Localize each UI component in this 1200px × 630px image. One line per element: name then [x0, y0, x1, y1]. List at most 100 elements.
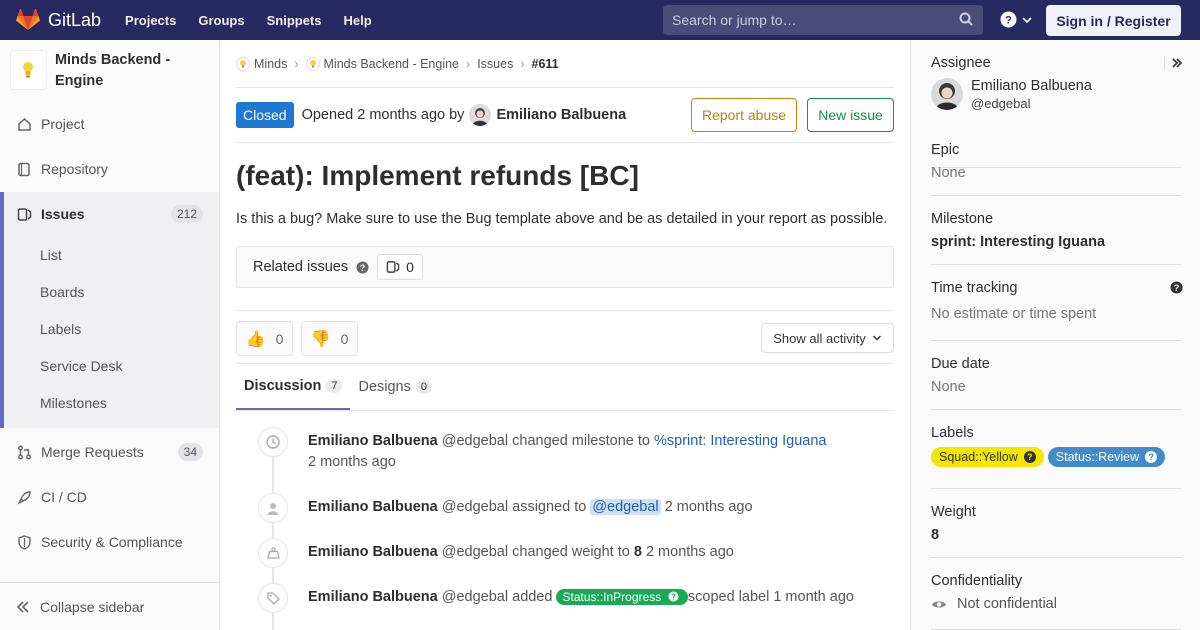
- thumbs-up-icon: 👍: [245, 330, 266, 348]
- timeline-handle[interactable]: @edgebal: [442, 433, 508, 449]
- collapse-sidebar-label: Collapse sidebar: [40, 598, 145, 615]
- weight-title: Weight: [931, 504, 976, 520]
- minds-avatar-icon: [236, 56, 250, 71]
- issues-count-badge: 212: [170, 205, 203, 223]
- timeline-user[interactable]: Emiliano Balbuena: [308, 544, 438, 560]
- question-icon: ?: [1023, 451, 1036, 463]
- author-name[interactable]: Emiliano Balbuena: [496, 107, 626, 123]
- sidebar-subitem-milestones[interactable]: Milestones: [0, 384, 219, 428]
- timeline-user[interactable]: Emiliano Balbuena: [308, 589, 438, 605]
- sidebar-subitem-boards[interactable]: Boards: [0, 273, 219, 310]
- related-issues-block: Related issues ? 0: [236, 246, 894, 288]
- nav-help[interactable]: Help: [344, 13, 372, 28]
- sidebar-item-issues[interactable]: Issues 212: [0, 192, 219, 236]
- timeline-time: 2 months ago: [664, 499, 753, 515]
- timeline-handle[interactable]: @edgebal: [442, 499, 508, 515]
- sidebar-item-project[interactable]: Project: [0, 102, 219, 146]
- assignee-avatar: [931, 78, 963, 110]
- question-icon[interactable]: ?: [1170, 281, 1183, 294]
- thumbs-down-icon: 👎: [310, 330, 331, 348]
- sidebar-item-security[interactable]: Security & Compliance: [0, 520, 219, 564]
- breadcrumb-separator: ›: [294, 56, 299, 71]
- search-icon: [959, 12, 973, 26]
- activity-filter-label: Show all activity: [773, 330, 866, 346]
- milestone-value[interactable]: sprint: Interesting Iguana: [931, 234, 1181, 250]
- milestone-link[interactable]: %sprint: Interesting Iguana: [654, 433, 827, 449]
- issues-icon: [16, 206, 32, 222]
- tanuki-icon: [16, 9, 40, 30]
- left-sidebar: Minds Backend - Engine Project Repositor…: [0, 40, 220, 630]
- tab-label: Designs: [358, 378, 411, 395]
- breadcrumb-issue-id[interactable]: #611: [532, 57, 559, 71]
- time-tracking-title: Time tracking: [931, 280, 1018, 296]
- eye-icon: [932, 601, 946, 607]
- sidebar-item-repository[interactable]: Repository: [0, 147, 219, 191]
- tag-icon: [258, 583, 288, 613]
- epic-value: None: [931, 165, 966, 181]
- rocket-icon: [16, 489, 32, 505]
- timeline-user[interactable]: Emiliano Balbuena: [308, 499, 438, 515]
- breadcrumb-project[interactable]: Minds Backend - Engine: [324, 57, 460, 71]
- assignee-user[interactable]: Emiliano Balbuena @edgebal: [931, 78, 1181, 111]
- tab-count-badge: 0: [415, 379, 432, 394]
- assignee-handle: @edgebal: [971, 96, 1031, 111]
- main-content: Minds › Minds Backend - Engine › Issues …: [236, 40, 894, 630]
- timeline-handle[interactable]: @edgebal: [442, 589, 508, 605]
- labels-list: Squad::Yellow ? Status::Review ?: [931, 447, 1181, 467]
- activity-filter-dropdown[interactable]: Show all activity: [761, 323, 894, 353]
- epic-block[interactable]: Epic None: [931, 142, 1181, 196]
- sidebar-subitem-labels[interactable]: Labels: [0, 310, 219, 347]
- label-badge-status-review[interactable]: Status::Review ?: [1047, 447, 1166, 467]
- question-icon[interactable]: ?: [356, 261, 369, 274]
- sidebar-item-merge-requests[interactable]: Merge Requests 34: [0, 430, 219, 474]
- breadcrumb-issues[interactable]: Issues: [477, 57, 513, 71]
- weight-block[interactable]: Weight 8: [931, 504, 1181, 558]
- sign-in-button[interactable]: Sign in / Register: [1046, 5, 1181, 36]
- search-placeholder: Search or jump to…: [672, 12, 797, 28]
- sidebar-item-cicd[interactable]: CI / CD: [0, 475, 219, 519]
- confidentiality-block[interactable]: Confidentiality Not confidential: [931, 573, 1181, 630]
- author-avatar[interactable]: [469, 104, 492, 126]
- issue-header: Closed Opened 2 months ago by Emiliano B…: [236, 88, 894, 143]
- tab-discussion[interactable]: Discussion 7: [236, 363, 351, 410]
- milestone-block[interactable]: Milestone sprint: Interesting Iguana: [931, 211, 1181, 265]
- label-text: Status::Review: [1055, 450, 1140, 464]
- breadcrumb-minds[interactable]: Minds: [254, 57, 287, 71]
- due-date-block[interactable]: Due date None: [931, 356, 1181, 410]
- sidebar-subitem-list[interactable]: List: [0, 236, 219, 273]
- due-date-title: Due date: [931, 356, 990, 372]
- sidebar-subitem-service-desk[interactable]: Service Desk: [0, 347, 219, 384]
- search-input[interactable]: Search or jump to…: [663, 5, 983, 35]
- label-badge-inprogress[interactable]: Status::InProgress ?: [556, 589, 688, 605]
- related-issues-label: Related issues: [253, 259, 349, 275]
- nav-projects[interactable]: Projects: [125, 13, 176, 28]
- help-dropdown[interactable]: ?: [1000, 11, 1033, 28]
- tab-designs[interactable]: Designs 0: [350, 363, 440, 410]
- timeline-handle[interactable]: @edgebal: [442, 544, 508, 560]
- user-mention-link[interactable]: @edgebal: [590, 499, 661, 515]
- label-badge-squad-yellow[interactable]: Squad::Yellow ?: [931, 447, 1044, 467]
- home-icon: [16, 116, 32, 132]
- thumbs-up-button[interactable]: 👍 0: [236, 321, 293, 356]
- breadcrumb-separator: ›: [520, 56, 525, 71]
- related-issues-count[interactable]: 0: [377, 254, 423, 280]
- nav-groups[interactable]: Groups: [198, 13, 244, 28]
- thumbs-down-button[interactable]: 👎 0: [301, 321, 358, 356]
- nav-snippets[interactable]: Snippets: [267, 13, 322, 28]
- chevron-down-icon: [872, 335, 881, 341]
- svg-text:?: ?: [1174, 283, 1180, 293]
- weight-icon: [258, 538, 288, 568]
- gitlab-logo[interactable]: GitLab: [16, 9, 101, 31]
- weight-value: 8: [931, 527, 940, 543]
- collapse-sidebar-button[interactable]: Collapse sidebar: [0, 582, 219, 630]
- timeline-action: changed weight to: [512, 544, 630, 560]
- report-abuse-button[interactable]: Report abuse: [691, 98, 797, 132]
- project-header[interactable]: Minds Backend - Engine: [0, 40, 219, 102]
- assignee-title: Assignee: [931, 55, 991, 71]
- timeline-suffix: scoped label: [687, 589, 770, 605]
- new-issue-button[interactable]: New issue: [807, 98, 894, 132]
- timeline-action: changed milestone to: [512, 433, 650, 449]
- timeline-user[interactable]: Emiliano Balbuena: [308, 433, 438, 449]
- timeline-time: 2 months ago: [308, 454, 396, 470]
- project-avatar-icon: [305, 56, 320, 71]
